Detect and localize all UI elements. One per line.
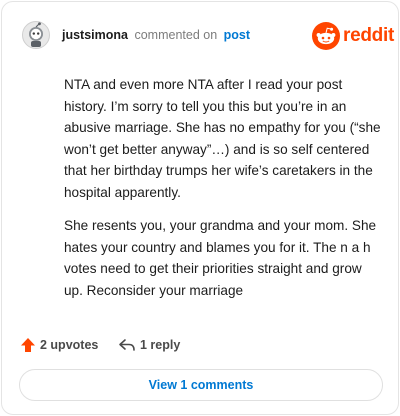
upvote-arrow-icon [21, 338, 35, 352]
reddit-wordmark: reddit [343, 25, 394, 46]
snoo-avatar-icon [22, 21, 50, 49]
avatar[interactable] [22, 21, 50, 49]
comment-card: justsimona commented on post reddit NTA … [1, 1, 399, 415]
comment-paragraph: She resents you, your grandma and your m… [64, 218, 377, 298]
upvote-count: 2 upvotes [40, 338, 99, 352]
comment-meta: justsimona commented on post [62, 28, 250, 43]
comment-paragraph: NTA and even more NTA after I read your … [64, 77, 381, 200]
comment-header: justsimona commented on post reddit [22, 19, 394, 51]
reply-count: 1 reply [140, 338, 181, 352]
commented-on-text: commented on [134, 28, 218, 42]
view-comments-button[interactable]: View 1 comments [19, 369, 383, 401]
reddit-logo[interactable]: reddit [312, 22, 394, 50]
post-link[interactable]: post [224, 28, 250, 42]
comment-actions: 2 upvotes 1 reply [20, 335, 320, 355]
reply-arrow-icon [119, 339, 135, 351]
comment-body: NTA and even more NTA after I read your … [64, 74, 382, 313]
reddit-snoo-icon [312, 22, 340, 50]
username-link[interactable]: justsimona [62, 28, 128, 42]
